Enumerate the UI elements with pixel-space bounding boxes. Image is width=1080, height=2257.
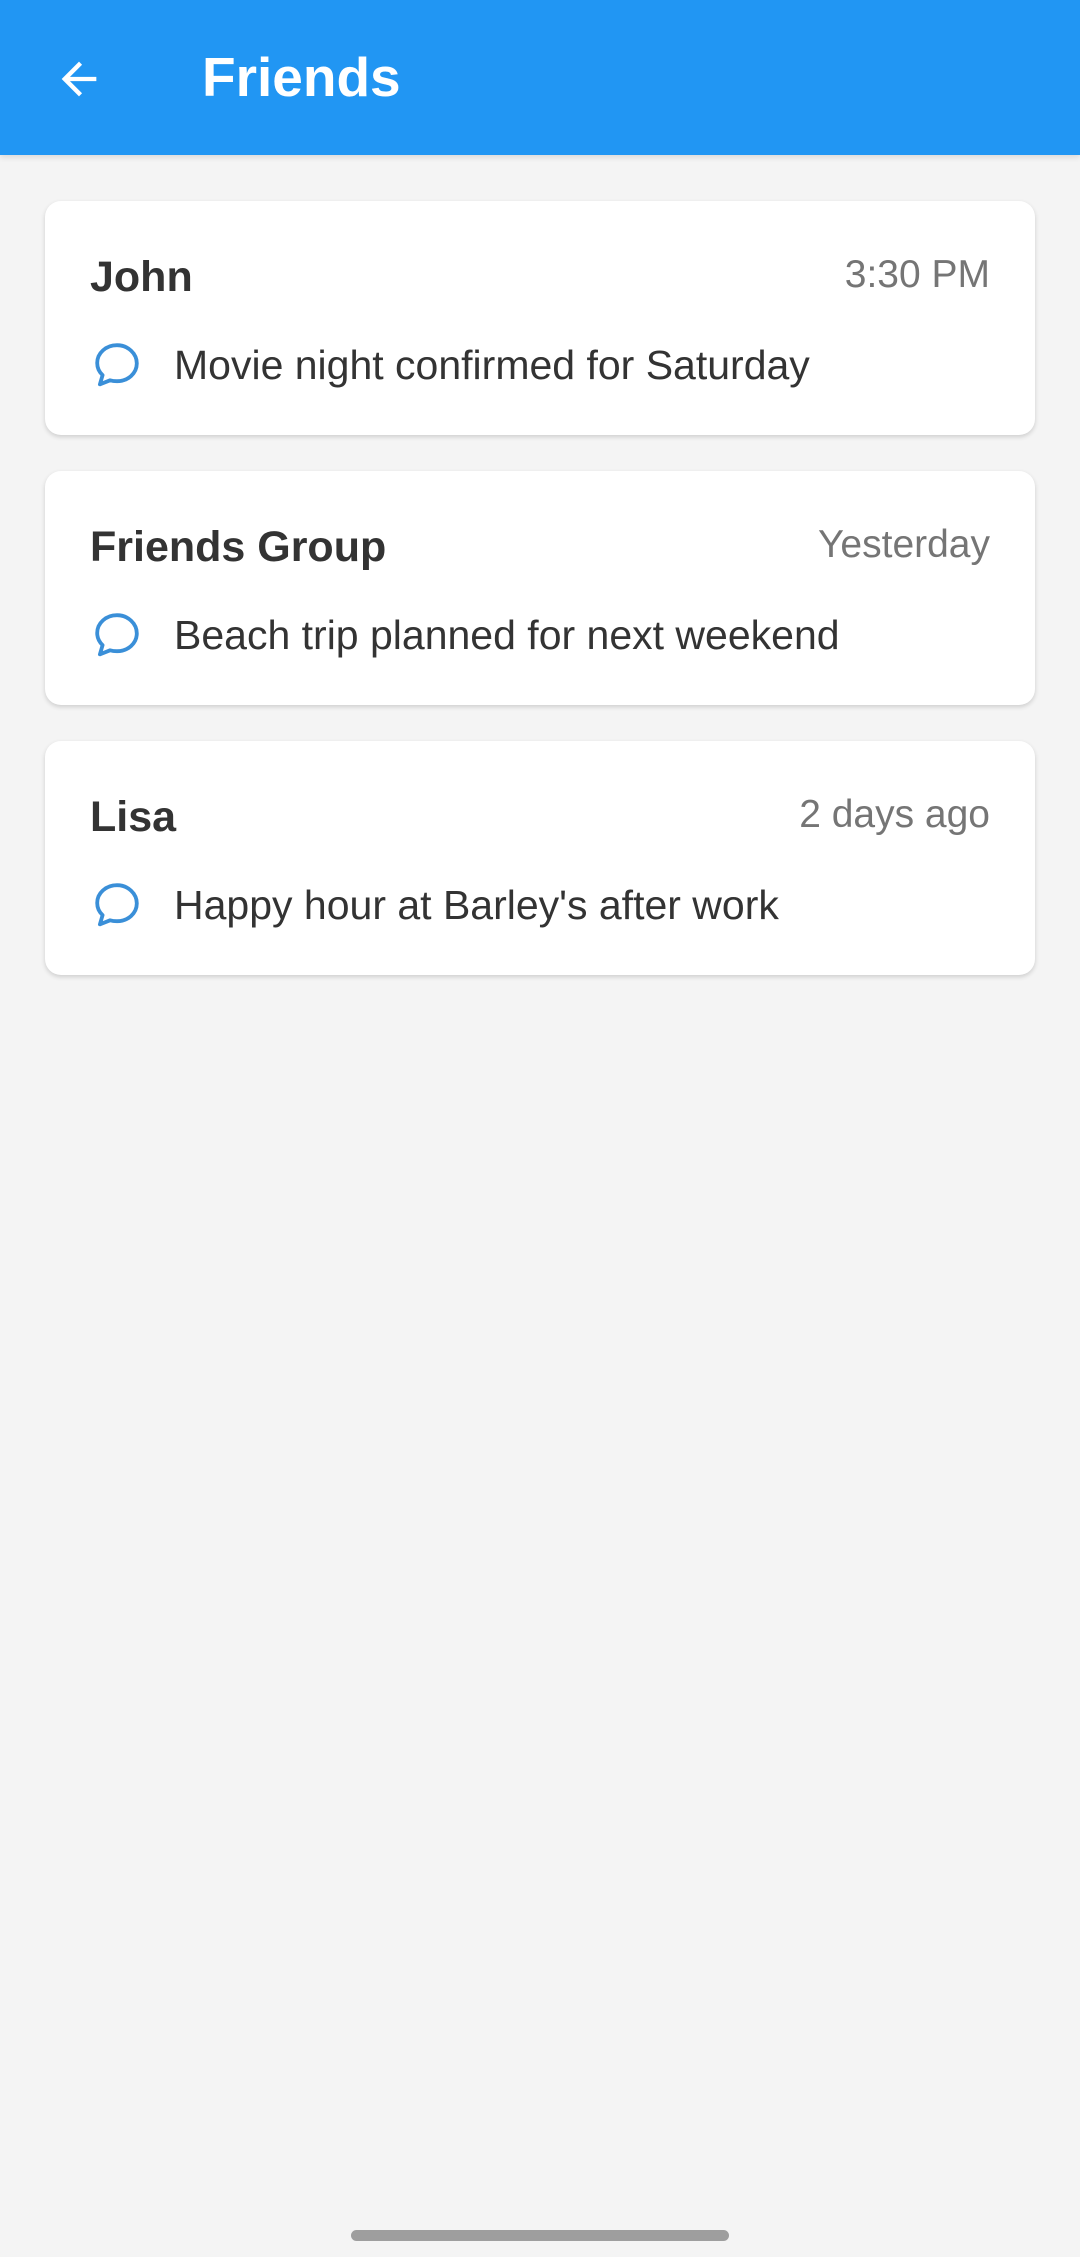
- conversation-message-row: Happy hour at Barley's after work: [90, 873, 779, 937]
- conversation-time: 3:30 PM: [844, 253, 990, 296]
- conversation-time: 2 days ago: [799, 793, 990, 836]
- conversation-message: Movie night confirmed for Saturday: [174, 341, 810, 388]
- conversation-name: John: [90, 253, 193, 301]
- arrow-left-icon: [61, 61, 97, 97]
- conversation-card-friends-group[interactable]: Friends Group Yesterday Beach trip plann…: [45, 471, 1035, 705]
- chat-bubble-icon: [90, 338, 144, 392]
- conversation-card-lisa[interactable]: Lisa 2 days ago Happy hour at Barley's a…: [45, 741, 1035, 975]
- page-title: Friends: [202, 46, 401, 108]
- conversation-card-john[interactable]: John 3:30 PM Movie night confirmed for S…: [45, 201, 1035, 435]
- conversation-list: John 3:30 PM Movie night confirmed for S…: [45, 201, 1035, 1011]
- conversation-name: Lisa: [90, 793, 177, 841]
- conversation-message-row: Movie night confirmed for Saturday: [90, 333, 810, 397]
- home-indicator[interactable]: [351, 2230, 729, 2241]
- chat-bubble-icon: [90, 878, 144, 932]
- app-bar: Friends: [0, 0, 1080, 155]
- friends-screen: Friends John 3:30 PM Movie night confirm…: [0, 0, 1080, 2257]
- conversation-message: Happy hour at Barley's after work: [174, 881, 779, 928]
- conversation-message-row: Beach trip planned for next weekend: [90, 603, 840, 667]
- conversation-name: Friends Group: [90, 523, 387, 571]
- conversation-message: Beach trip planned for next weekend: [174, 611, 840, 658]
- chat-bubble-icon: [90, 608, 144, 662]
- back-button[interactable]: [30, 30, 128, 128]
- conversation-time: Yesterday: [817, 523, 990, 566]
